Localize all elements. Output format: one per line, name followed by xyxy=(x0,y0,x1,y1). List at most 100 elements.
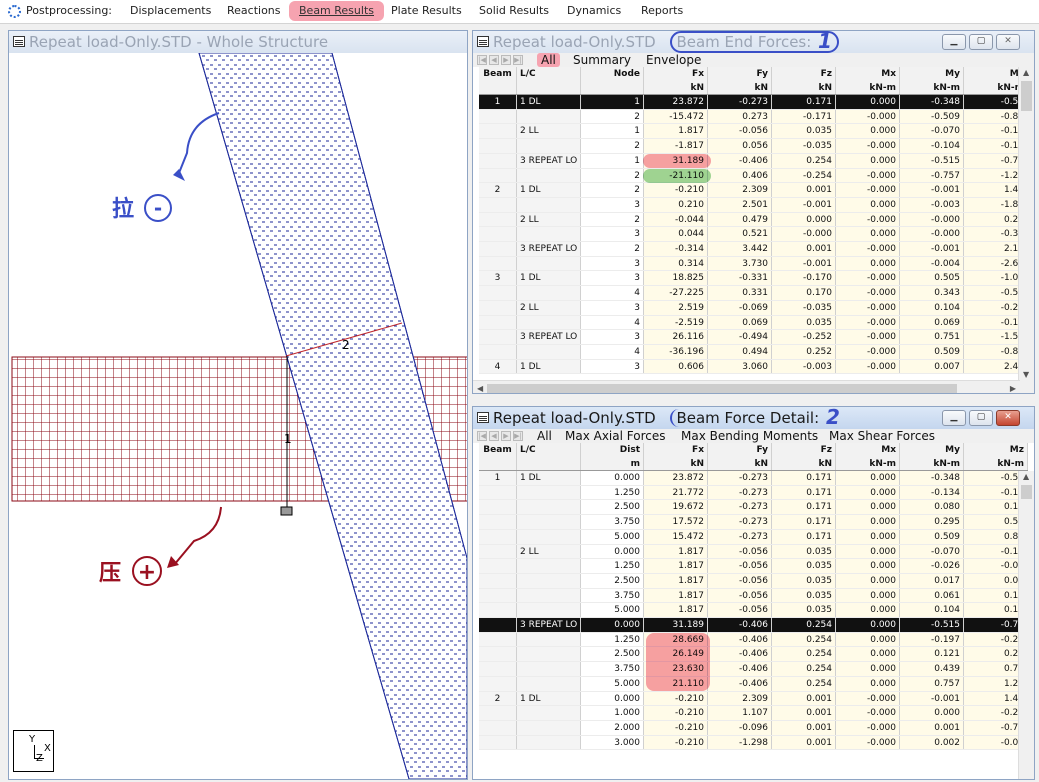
toolbar-solid-results[interactable]: Solid Results xyxy=(479,3,549,19)
table-row[interactable]: 11 DL 0.000 23.872 -0.273 0.171 0.000 -0.348 -0… xyxy=(479,471,1028,486)
prev-tab-button[interactable]: ◀ xyxy=(489,55,499,65)
table-row[interactable]: 2.000 -0.210 -0.096 0.001 -0.000 0.001 -0.78 xyxy=(479,720,1028,736)
column-header[interactable]: Mx kN-m xyxy=(836,67,900,94)
tab-envelope[interactable]: Envelope xyxy=(646,53,701,67)
table-row[interactable]: 5.00021.110-0.4060.2540.0000.7571.26 xyxy=(479,676,1028,692)
table-row[interactable]: 2 LL 2 -0.044 0.479 0.000 -0.000 -0.000 0.29 xyxy=(479,212,1028,228)
table-row[interactable]: 2 -1.817 0.056 -0.035 -0.000 -0.104 -0.17 xyxy=(479,139,1028,154)
table-row[interactable]: 3 REPEAT LO 0.000 31.189 -0.406 0.254 0.000 -0… xyxy=(479,618,1028,633)
column-header[interactable]: Dist m xyxy=(581,443,644,470)
tab-all[interactable]: All xyxy=(537,53,560,67)
structure-view-window[interactable]: Repeat load-Only.STD - Whole Structure 2 xyxy=(8,30,468,780)
column-header[interactable]: Node xyxy=(581,67,644,94)
first-tab-button[interactable]: |◀ xyxy=(477,431,487,441)
table-row[interactable]: 11 DL 1 23.872 -0.273 0.171 0.000 -0.348 -0.51 xyxy=(479,95,1028,110)
toolbar-beam-results[interactable]: Beam Results xyxy=(289,1,384,21)
toolbar-displacements[interactable]: Displacements xyxy=(130,3,211,19)
table-row[interactable]: 3 REPEAT LO131.189-0.4060.2540.000-0.515… xyxy=(479,153,1028,169)
table-cell: -0.000 xyxy=(836,286,900,300)
column-header[interactable]: L/C xyxy=(517,443,581,470)
last-tab-button[interactable]: ▶| xyxy=(513,431,523,441)
end-forces-hscroll-thumb[interactable] xyxy=(487,384,957,393)
table-row[interactable]: 3 REPEAT LO 3 26.116 -0.494 -0.252 -0.000 0.75… xyxy=(479,330,1028,345)
maximize-button[interactable]: ▢ xyxy=(969,34,993,50)
minimize-button[interactable]: ▁ xyxy=(942,34,966,50)
table-row[interactable]: 3.75023.630-0.4060.2540.0000.4390.75 xyxy=(479,662,1028,677)
detail-vscroll[interactable]: ▲ xyxy=(1018,471,1034,779)
table-row[interactable]: 4 -36.196 0.494 0.252 -0.000 0.509 -0.89 xyxy=(479,344,1028,360)
column-header[interactable]: L/C xyxy=(517,67,581,94)
table-row[interactable]: 1.250 21.772 -0.273 0.171 0.000 -0.134 -0.17 xyxy=(479,485,1028,501)
table-row[interactable]: 3 0.044 0.521 -0.000 0.000 -0.000 -0.37 xyxy=(479,227,1028,243)
table-row[interactable]: 41 DL 3 0.606 3.060 -0.003 -0.000 0.007 2.49 xyxy=(479,359,1028,375)
column-header[interactable]: My kN-m xyxy=(900,443,964,470)
toolbar-plate-results[interactable]: Plate Results xyxy=(391,3,462,19)
structure-canvas[interactable]: 2 1 拉 - 压 + xyxy=(9,53,467,779)
column-header[interactable]: Fz kN xyxy=(772,67,836,94)
table-row[interactable]: 2 -15.472 0.273 -0.171 -0.000 -0.509 -0.85 xyxy=(479,109,1028,125)
table-row[interactable]: 3 0.210 2.501 -0.001 0.000 -0.003 -1.80 xyxy=(479,197,1028,213)
table-row[interactable]: 4 -2.519 0.069 0.035 -0.000 0.069 -0.12 xyxy=(479,315,1028,331)
table-row[interactable]: 3.750 17.572 -0.273 0.171 0.000 0.295 0.50 xyxy=(479,515,1028,530)
next-tab-button[interactable]: ▶ xyxy=(501,431,511,441)
last-tab-button[interactable]: ▶| xyxy=(513,55,523,65)
structure-window-titlebar[interactable]: Repeat load-Only.STD - Whole Structure xyxy=(9,31,467,53)
tab-all[interactable]: All xyxy=(537,429,552,443)
next-tab-button[interactable]: ▶ xyxy=(501,55,511,65)
column-header[interactable]: Fz kN xyxy=(772,443,836,470)
toolbar-reports[interactable]: Reports xyxy=(641,3,683,19)
table-row[interactable]: 2 LL 1 1.817 -0.056 0.035 0.000 -0.070 -0.10 xyxy=(479,124,1028,140)
table-cell: -0.104 xyxy=(900,139,964,153)
toolbar-reactions[interactable]: Reactions xyxy=(227,3,281,19)
end-forces-marker: 1 xyxy=(818,30,832,53)
column-header[interactable]: Fy kN xyxy=(708,443,772,470)
table-row[interactable]: 2 LL 3 2.519 -0.069 -0.035 -0.000 0.104 -0.22 xyxy=(479,300,1028,316)
close-button[interactable]: ✕ xyxy=(996,410,1020,426)
beam-end-forces-window[interactable]: Repeat load-Only.STD Beam End Forces: 1 … xyxy=(472,30,1035,394)
column-header[interactable]: Mx kN-m xyxy=(836,443,900,470)
table-row[interactable]: 21 DL 2 -0.210 2.309 0.001 -0.000 -0.001 1.42 xyxy=(479,183,1028,198)
end-forces-hscroll[interactable]: ◀ ▶ xyxy=(473,380,1020,393)
table-row[interactable]: 3 REPEAT LO 2 -0.314 3.442 0.001 -0.000 -0.001… xyxy=(479,242,1028,257)
table-row[interactable]: 5.000 15.472 -0.273 0.171 0.000 0.509 0.85 xyxy=(479,529,1028,545)
table-row[interactable]: 4 -27.225 0.331 0.170 -0.000 0.343 -0.59 xyxy=(479,286,1028,301)
table-row[interactable]: 3.000 -0.210 -1.298 0.001 -0.000 0.002 -0.09 xyxy=(479,735,1028,751)
table-row[interactable]: 3 0.314 3.730 -0.001 0.000 -0.004 -2.69 xyxy=(479,256,1028,272)
column-header[interactable]: Mz kN-m xyxy=(964,443,1028,470)
column-header[interactable]: My kN-m xyxy=(900,67,964,94)
tab-max-axial-forces[interactable]: Max Axial Forces xyxy=(565,429,666,443)
table-row[interactable]: 2.500 1.817 -0.056 0.035 0.000 0.017 0.03 xyxy=(479,573,1028,589)
table-row[interactable]: 1.250 1.817 -0.056 0.035 0.000 -0.026 -0.03 xyxy=(479,559,1028,574)
table-row[interactable]: 21 DL 0.000 -0.210 2.309 0.001 -0.000 -0.001 1.… xyxy=(479,691,1028,707)
end-forces-vscroll-thumb[interactable] xyxy=(1021,81,1032,111)
table-row[interactable]: 2.50026.149-0.4060.2540.0000.1210.25 xyxy=(479,647,1028,663)
maximize-button[interactable]: ▢ xyxy=(969,410,993,426)
table-cell: 0.035 xyxy=(772,588,836,603)
column-header[interactable]: Fy kN xyxy=(708,67,772,94)
toolbar-dynamics[interactable]: Dynamics xyxy=(567,3,621,19)
column-header[interactable]: Fx kN xyxy=(644,67,708,94)
tab-max-bending-moments[interactable]: Max Bending Moments xyxy=(681,429,818,443)
table-cell: 0.254 xyxy=(772,647,836,662)
tab-max-shear-forces[interactable]: Max Shear Forces xyxy=(829,429,935,443)
table-row[interactable]: 2.500 19.672 -0.273 0.171 0.000 0.080 0.16 xyxy=(479,500,1028,516)
detail-vscroll-thumb[interactable] xyxy=(1021,485,1032,499)
structure-window-title: Repeat load-Only.STD - Whole Structure xyxy=(29,33,329,51)
table-row[interactable]: 1.25028.669-0.4060.2540.000-0.197-0.25 xyxy=(479,632,1028,648)
tab-summary[interactable]: Summary xyxy=(573,53,631,67)
table-row[interactable]: 2 LL 0.000 1.817 -0.056 0.035 0.000 -0.070 -0.1… xyxy=(479,544,1028,560)
column-header[interactable]: Beam xyxy=(479,443,517,470)
prev-tab-button[interactable]: ◀ xyxy=(489,431,499,441)
minimize-button[interactable]: ▁ xyxy=(942,410,966,426)
table-row[interactable]: 5.000 1.817 -0.056 0.035 0.000 0.104 0.17 xyxy=(479,603,1028,619)
table-row[interactable]: 3.750 1.817 -0.056 0.035 0.000 0.061 0.10 xyxy=(479,588,1028,604)
first-tab-button[interactable]: |◀ xyxy=(477,55,487,65)
table-row[interactable]: 2-21.1100.406-0.254-0.000-0.757-1.26 xyxy=(479,168,1028,184)
table-row[interactable]: 31 DL 3 18.825 -0.331 -0.170 -0.000 0.505 -1.05 xyxy=(479,271,1028,287)
beam-force-detail-window[interactable]: Repeat load-Only.STD Beam Force Detail: … xyxy=(472,406,1035,780)
close-button[interactable]: ✕ xyxy=(996,34,1020,50)
column-header[interactable]: Fx kN xyxy=(644,443,708,470)
end-forces-vscroll[interactable]: ▲ ▼ xyxy=(1018,67,1034,393)
table-row[interactable]: 1.000 -0.210 1.107 0.001 -0.000 0.000 -0.28 xyxy=(479,706,1028,721)
column-header[interactable]: Beam xyxy=(479,67,517,94)
